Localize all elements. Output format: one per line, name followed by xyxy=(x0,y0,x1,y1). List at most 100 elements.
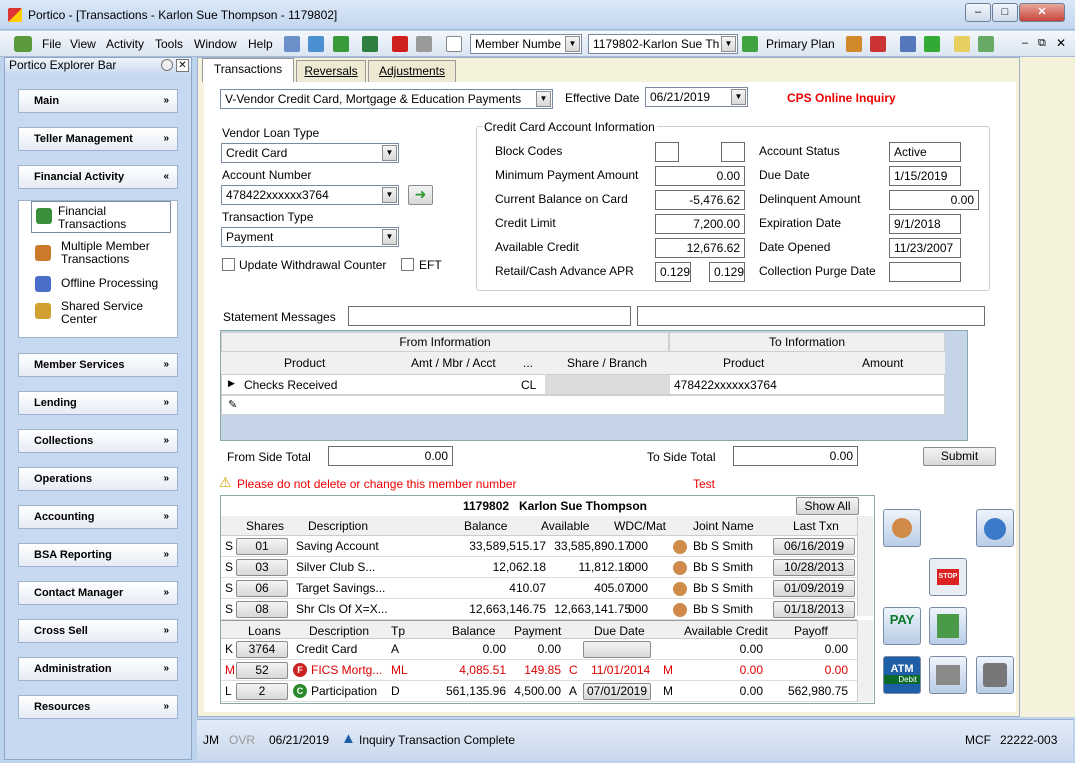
cash-register-icon[interactable] xyxy=(929,656,967,694)
account-status-field[interactable]: Active xyxy=(889,142,961,162)
submit-button[interactable]: Submit xyxy=(923,447,996,466)
loan-row[interactable]: M 52 F FICS Mortg... ML 4,085.51 149.85 C 11/01/… xyxy=(221,660,857,681)
collection-purge-field[interactable] xyxy=(889,262,961,282)
mdi-minimize-button[interactable]: – xyxy=(1022,37,1028,49)
portico-menu-icon[interactable] xyxy=(14,36,32,52)
loan-due-date-button[interactable] xyxy=(583,641,651,658)
chart-icon[interactable] xyxy=(900,36,916,52)
multiple-member-transactions-item[interactable]: Multiple Member Transactions xyxy=(61,240,171,266)
last-txn-button[interactable]: 10/28/2013 xyxy=(773,559,855,576)
txn-grid-new-row[interactable]: ✎ xyxy=(221,395,945,415)
account-number-select[interactable]: 478422xxxxxx3764 ▼ xyxy=(221,185,399,205)
offline-processing-item[interactable]: Offline Processing xyxy=(61,277,171,290)
nav-cross-sell[interactable]: Cross Sell» xyxy=(18,619,178,643)
share-id-button[interactable]: 08 xyxy=(236,601,288,618)
pin-icon[interactable] xyxy=(978,36,994,52)
share-row[interactable]: S 01 Saving Account 33,589,515.17 33,585,890… xyxy=(221,536,857,557)
member-select[interactable]: 1179802-Karlon Sue Th ▼ xyxy=(588,34,738,54)
update-withdrawal-checkbox[interactable] xyxy=(222,258,235,271)
nav-financial-activity[interactable]: Financial Activity « xyxy=(18,165,178,189)
shared-service-center-item[interactable]: Shared Service Center xyxy=(61,300,161,326)
share-id-button[interactable]: 06 xyxy=(236,580,288,597)
mdi-close-button[interactable]: ✕ xyxy=(1056,36,1066,50)
check-icon[interactable] xyxy=(308,36,324,52)
menu-window[interactable]: Window xyxy=(194,37,237,51)
transfer-icon[interactable] xyxy=(870,36,886,52)
date-opened-field[interactable]: 11/23/2007 xyxy=(889,238,961,258)
calculator-icon[interactable] xyxy=(284,36,300,52)
loan-id-button[interactable]: 3764 xyxy=(236,641,288,658)
tab-adjustments[interactable]: Adjustments xyxy=(368,60,456,82)
search-type-select[interactable]: Member Numbe ▼ xyxy=(470,34,582,54)
menu-view[interactable]: View xyxy=(70,37,96,51)
nav-lending[interactable]: Lending» xyxy=(18,391,178,415)
share-branch-cell[interactable] xyxy=(545,375,670,394)
vendor-loan-type-select[interactable]: Credit Card ▼ xyxy=(221,143,399,163)
group-icon[interactable] xyxy=(846,36,862,52)
share-id-button[interactable]: 03 xyxy=(236,559,288,576)
last-txn-button[interactable]: 01/18/2013 xyxy=(773,601,855,618)
close-button[interactable]: ✕ xyxy=(1019,3,1065,22)
available-credit-field[interactable]: 12,676.62 xyxy=(655,238,745,258)
share-row[interactable]: S 08 Shr Cls Of X=X... 12,663,146.75 12,663,… xyxy=(221,599,857,620)
credit-limit-field[interactable]: 7,200.00 xyxy=(655,214,745,234)
retail-apr-field[interactable]: 0.129 xyxy=(655,262,691,282)
transaction-type-select[interactable]: Payment ▼ xyxy=(221,227,399,247)
maximize-button[interactable]: □ xyxy=(992,3,1018,22)
nav-accounting[interactable]: Accounting» xyxy=(18,505,178,529)
nav-member-services[interactable]: Member Services» xyxy=(18,353,178,377)
cash-drawer-icon[interactable] xyxy=(362,36,378,52)
statement-message-1-field[interactable] xyxy=(348,306,631,326)
document-icon[interactable] xyxy=(446,36,462,52)
min-payment-field[interactable]: 0.00 xyxy=(655,166,745,186)
loan-id-button[interactable]: 52 xyxy=(236,662,288,679)
tab-reversals[interactable]: Reversals xyxy=(296,60,366,82)
primary-plan-button[interactable]: Primary Plan xyxy=(766,37,835,51)
to-side-total-field[interactable]: 0.00 xyxy=(733,446,858,466)
loan-due-date-button[interactable]: 07/01/2019 xyxy=(583,683,651,700)
last-txn-button[interactable]: 01/09/2019 xyxy=(773,580,855,597)
nav-main[interactable]: Main» xyxy=(18,89,178,113)
tab-transactions[interactable]: Transactions xyxy=(202,58,294,82)
close-icon[interactable]: ✕ xyxy=(176,59,189,72)
menu-activity[interactable]: Activity xyxy=(106,37,144,51)
minimize-button[interactable]: – xyxy=(965,3,991,22)
loans-scrollbar[interactable] xyxy=(857,620,873,702)
transaction-category-select[interactable]: V-Vendor Credit Card, Mortgage & Educati… xyxy=(220,89,553,109)
dollar-icon[interactable] xyxy=(333,36,349,52)
ach-stop-icon[interactable]: STOP xyxy=(929,558,967,596)
expiration-date-field[interactable]: 9/1/2018 xyxy=(889,214,961,234)
pay-icon[interactable]: PAY xyxy=(883,607,921,645)
menu-tools[interactable]: Tools xyxy=(155,37,183,51)
nav-resources[interactable]: Resources» xyxy=(18,695,178,719)
go-arrow-icon[interactable] xyxy=(742,36,758,52)
financial-transactions-item[interactable]: Financial Transactions xyxy=(31,201,171,233)
eft-checkbox[interactable] xyxy=(401,258,414,271)
block-code-2-field[interactable] xyxy=(721,142,745,162)
share-id-button[interactable]: 01 xyxy=(236,538,288,555)
globe-document-icon[interactable] xyxy=(976,509,1014,547)
nav-teller-management[interactable]: Teller Management» xyxy=(18,127,178,151)
nav-bsa-reporting[interactable]: BSA Reporting» xyxy=(18,543,178,567)
atm-debit-icon[interactable]: ATM Debit xyxy=(883,656,921,694)
safe-icon[interactable] xyxy=(976,656,1014,694)
from-side-total-field[interactable]: 0.00 xyxy=(328,446,453,466)
printer-icon[interactable] xyxy=(416,36,432,52)
pin-icon[interactable] xyxy=(161,59,173,71)
shares-scrollbar[interactable] xyxy=(857,516,873,616)
share-row[interactable]: S 03 Silver Club S... 12,062.18 11,812.18 000… xyxy=(221,557,857,578)
delinquent-amount-field[interactable]: 0.00 xyxy=(889,190,979,210)
loan-id-button[interactable]: 2 xyxy=(236,683,288,700)
nav-operations[interactable]: Operations» xyxy=(18,467,178,491)
nav-collections[interactable]: Collections» xyxy=(18,429,178,453)
loan-row[interactable]: L 2 C Participation D 561,135.96 4,500.00 A 07/0… xyxy=(221,681,857,702)
due-date-field[interactable]: 1/15/2019 xyxy=(889,166,961,186)
statement-message-2-field[interactable] xyxy=(637,306,985,326)
members-relationship-icon[interactable] xyxy=(883,509,921,547)
nav-contact-manager[interactable]: Contact Manager» xyxy=(18,581,178,605)
current-balance-field[interactable]: -5,476.62 xyxy=(655,190,745,210)
show-all-button[interactable]: Show All xyxy=(796,497,859,515)
loan-row[interactable]: K 3764 Credit Card A 0.00 0.00 0.00 0.00 xyxy=(221,639,857,660)
menu-file[interactable]: File xyxy=(42,37,61,51)
effective-date-picker[interactable]: 06/21/2019 ▼ xyxy=(645,87,748,107)
